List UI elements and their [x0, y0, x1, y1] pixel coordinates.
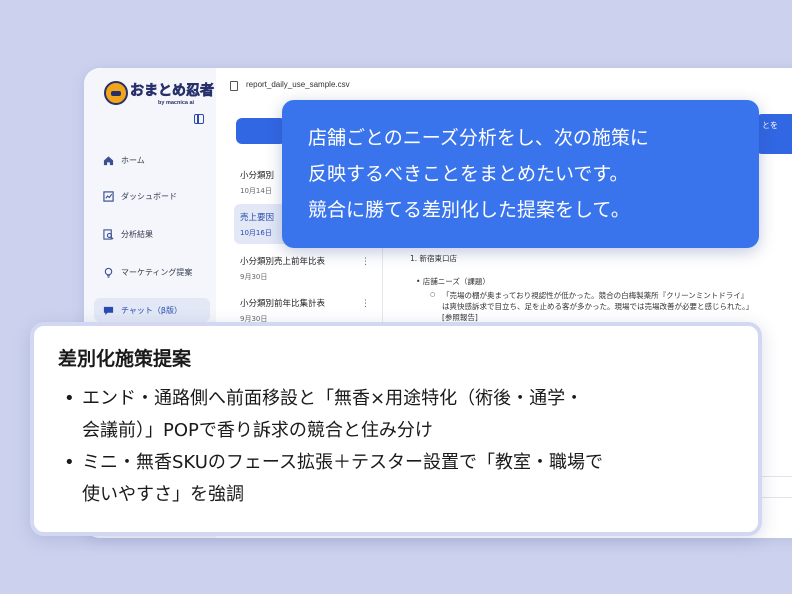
send-button[interactable]: とを — [756, 114, 792, 154]
home-icon — [102, 154, 114, 166]
answer-title: 差別化施策提案 — [58, 348, 192, 370]
answer-line: 使いやすさ」を強調 — [82, 484, 244, 505]
history-date: 9月30日 — [240, 273, 268, 281]
response-bullet: • 店舗ニーズ（課題） — [416, 276, 490, 286]
chat-response-content: 1. 新宿東口店 • 店舗ニーズ（課題） 「売場の棚が奥まっており視認性が低かっ… — [410, 254, 750, 323]
prompt-line: 店舗ごとのニーズ分析をし、次の施策に — [308, 127, 649, 149]
answer-line: 会議前）」POPで香り訴求の競合と住み分け — [82, 420, 433, 441]
user-prompt-bubble: 店舗ごとのニーズ分析をし、次の施策に 反映するべきことをまとめたいです。 競合に… — [282, 100, 759, 248]
sidebar-item-label: マーケティング提案 — [121, 267, 193, 277]
logo-subtitle: by macnica ai — [158, 100, 195, 106]
app-logo[interactable]: おまとめ忍者 by macnica ai — [104, 78, 214, 114]
more-options-icon[interactable]: ⋮ — [361, 300, 370, 309]
prompt-line: 反映するべきことをまとめたいです。 — [308, 163, 629, 185]
sidebar-item-label: ダッシュボード — [121, 191, 177, 201]
file-name[interactable]: report_daily_use_sample.csv — [246, 80, 350, 89]
sidebar-item-dashboard[interactable]: ダッシュボード — [94, 184, 210, 208]
history-title: 小分類別売上前年比表 — [240, 257, 326, 267]
answer-bullet: ミニ・無香SKUのフェース拡張＋テスター設置で「教室・職場で 使いやすさ」を強調 — [58, 447, 734, 511]
sidebar-collapse-icon[interactable] — [194, 114, 204, 124]
response-heading: 1. 新宿東口店 — [410, 254, 458, 263]
ninja-logo-icon — [104, 81, 128, 105]
history-title: 小分類別前年比集計表 — [240, 299, 326, 309]
sidebar-item-label: チャット（β版） — [121, 305, 183, 315]
sidebar-item-home[interactable]: ホーム — [94, 148, 210, 172]
chat-icon — [102, 304, 114, 316]
sidebar-item-chat[interactable]: チャット（β版） — [94, 298, 210, 322]
response-sub-bullet: 「売場の棚が奥まっており視認性が低かった。競合の白梅製薬所『クリーンミントドライ… — [430, 291, 750, 324]
sidebar-item-marketing[interactable]: マーケティング提案 — [94, 260, 210, 284]
bulb-icon — [102, 266, 114, 278]
chart-icon — [102, 190, 114, 202]
sidebar-item-label: ホーム — [121, 155, 145, 165]
file-icon — [230, 81, 238, 91]
logo-title: おまとめ忍者 — [130, 83, 215, 100]
sidebar-item-label: 分析結果 — [121, 229, 153, 239]
answer-line: ミニ・無香SKUのフェース拡張＋テスター設置で「教室・職場で — [82, 452, 604, 473]
answer-card: 差別化施策提案 エンド・通路側へ前面移設と「無香×用途特化（術後・通学・ 会議前… — [30, 322, 762, 536]
search-doc-icon — [102, 228, 114, 240]
new-chat-button[interactable] — [236, 118, 286, 144]
answer-line: エンド・通路側へ前面移設と「無香×用途特化（術後・通学・ — [82, 388, 584, 409]
sidebar-item-analysis[interactable]: 分析結果 — [94, 222, 210, 246]
more-options-icon[interactable]: ⋮ — [361, 258, 370, 267]
answer-bullet: エンド・通路側へ前面移設と「無香×用途特化（術後・通学・ 会議前）」POPで香り… — [58, 383, 734, 447]
prompt-line: 競合に勝てる差別化した提案をして。 — [308, 199, 630, 221]
send-button-label: とを — [762, 121, 778, 130]
history-item[interactable]: 小分類別売上前年比表 9月30日 ⋮ — [234, 248, 374, 288]
answer-list: エンド・通路側へ前面移設と「無香×用途特化（術後・通学・ 会議前）」POPで香り… — [58, 383, 734, 511]
